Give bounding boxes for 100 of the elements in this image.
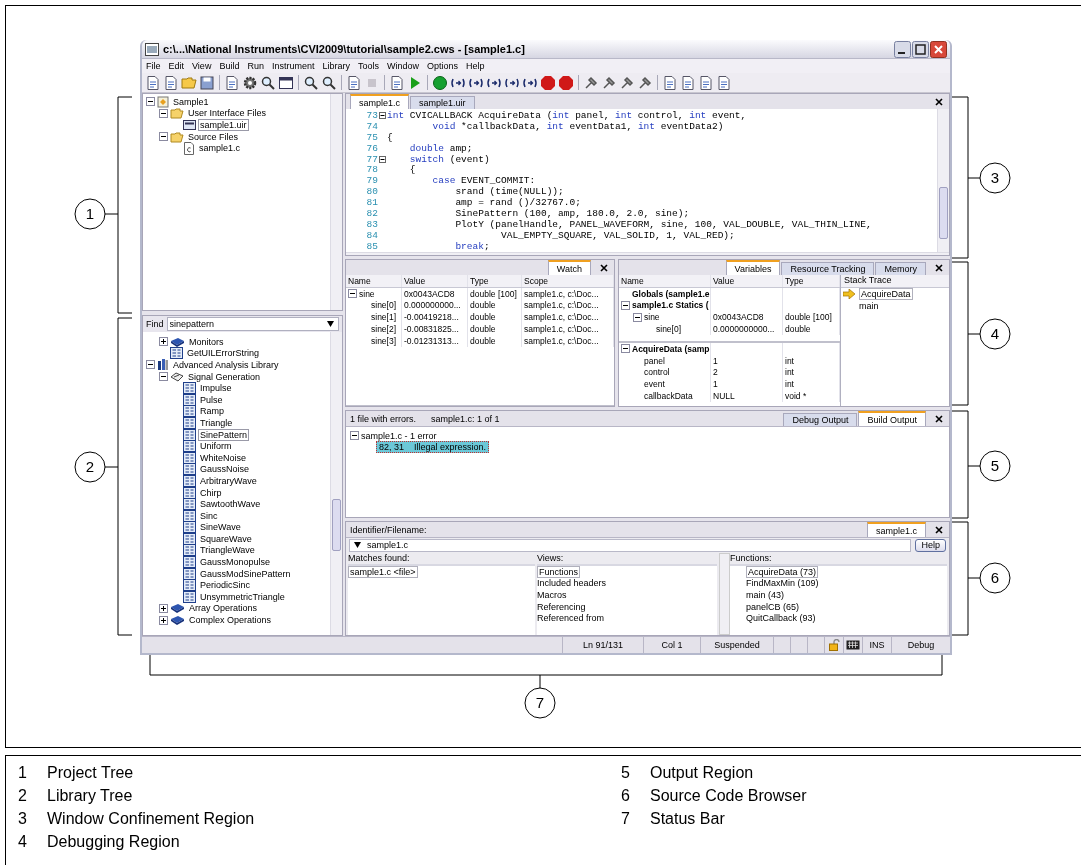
tree-item[interactable]: SquareWave (198, 532, 254, 545)
collapse-icon[interactable] (159, 108, 168, 118)
file-tab[interactable]: sample1.c (350, 94, 410, 109)
tree-item[interactable]: UnsymmetricTriangle (198, 590, 287, 603)
help-button[interactable]: Help (915, 538, 946, 552)
menu-item[interactable]: File (146, 61, 161, 71)
error-message[interactable]: 82, 31 Illegal expression. (376, 441, 490, 454)
wrench-icon[interactable] (601, 74, 617, 91)
tree-item[interactable]: Array Operations (187, 602, 260, 615)
collapse-icon[interactable] (146, 360, 155, 370)
search-icon[interactable] (321, 74, 337, 91)
list-item[interactable]: Referencing (537, 601, 586, 612)
document-icon[interactable] (224, 74, 240, 91)
document-icon[interactable] (145, 74, 161, 91)
wrench-icon[interactable] (637, 74, 653, 91)
identifier-field[interactable]: sample1.c (349, 538, 912, 552)
scrollbar[interactable] (937, 109, 949, 252)
collapse-icon[interactable] (350, 431, 359, 441)
menu-item[interactable]: Run (247, 61, 264, 71)
panel-tab[interactable]: Resource Tracking (781, 262, 875, 275)
tree-item[interactable]: User Interface Files (186, 107, 269, 120)
tree-item[interactable]: Uniform (198, 440, 234, 453)
tree-item[interactable]: PeriodicSinc (198, 579, 253, 592)
close-icon[interactable] (600, 264, 608, 272)
panel-tab[interactable]: Variables (725, 260, 781, 275)
stop-icon[interactable] (558, 74, 574, 91)
tree-item[interactable]: Triangle (198, 416, 235, 429)
expand-icon[interactable] (159, 337, 168, 347)
dropdown-arrow-icon[interactable] (354, 542, 361, 548)
output-tab[interactable]: Debug Output (783, 413, 858, 426)
collapse-icon[interactable] (159, 132, 168, 142)
document-icon[interactable] (716, 74, 732, 91)
maximize-icon[interactable] (912, 40, 929, 58)
close-icon[interactable] (935, 526, 943, 534)
column-header[interactable]: Type (468, 275, 522, 287)
column-header[interactable]: Value (402, 275, 468, 287)
document-icon[interactable] (389, 74, 405, 91)
output-tab[interactable]: Build Output (858, 411, 926, 426)
expand-icon[interactable] (159, 615, 168, 625)
save-icon[interactable] (199, 74, 215, 91)
tree-item[interactable]: Sample1 (171, 95, 211, 108)
column-header[interactable]: Scope (522, 275, 614, 287)
tree-item[interactable]: sample1.uir (198, 119, 249, 131)
tree-item[interactable]: sample1.c - 1 error (361, 430, 437, 441)
stack-frame[interactable]: AcquireData (859, 287, 913, 300)
collapse-icon[interactable] (348, 289, 357, 299)
window-icon[interactable] (278, 74, 294, 91)
list-item[interactable]: Macros (537, 590, 567, 600)
document-icon[interactable] (662, 74, 678, 91)
list-item[interactable]: FindMaxMin (109) (746, 578, 819, 589)
close-icon[interactable] (930, 40, 947, 58)
tree-item[interactable]: SawtoothWave (198, 498, 263, 511)
scrollbar[interactable] (719, 553, 730, 635)
column-header[interactable]: Type (783, 275, 840, 287)
tree-item[interactable]: GaussMonopulse (198, 556, 273, 569)
tree-item[interactable]: GaussModSinePattern (198, 567, 293, 580)
dropdown-arrow-icon[interactable] (327, 321, 334, 327)
tree-item[interactable]: GaussNoise (198, 463, 252, 476)
tree-item[interactable]: WhiteNoise (198, 451, 248, 464)
document-icon[interactable] (698, 74, 714, 91)
list-item[interactable]: Referenced from (537, 613, 605, 624)
tree-item[interactable]: Ramp (198, 405, 226, 418)
wrench-icon[interactable] (619, 74, 635, 91)
tree-item[interactable]: Monitors (187, 335, 226, 348)
scrollbar[interactable] (330, 332, 342, 635)
menu-item[interactable]: Build (219, 61, 240, 71)
menu-item[interactable]: Help (466, 61, 485, 71)
fold-icon[interactable] (379, 111, 386, 119)
find-field[interactable]: sinepattern (166, 317, 339, 331)
tree-item[interactable]: GetUILErrorString (185, 347, 262, 360)
tree-item[interactable]: Sinc (198, 509, 220, 522)
gear-icon[interactable] (242, 74, 258, 91)
tree-item[interactable]: Chirp (198, 486, 224, 499)
collapse-icon[interactable] (159, 372, 168, 382)
collapse-icon[interactable] (146, 97, 155, 107)
file-tab[interactable]: sample1.c (866, 522, 926, 537)
tree-item[interactable]: Pulse (198, 393, 225, 406)
tree-item[interactable]: Advanced Analysis Library (171, 359, 281, 371)
collapse-icon[interactable] (621, 344, 630, 354)
expand-icon[interactable] (159, 603, 168, 613)
column-header[interactable]: Name (346, 275, 402, 287)
file-tab[interactable]: sample1.uir (410, 96, 475, 109)
tree-item[interactable]: Signal Generation (186, 370, 263, 383)
column-header[interactable]: Name (619, 275, 711, 287)
minimize-icon[interactable] (894, 40, 911, 58)
column-header[interactable]: Value (711, 275, 783, 287)
collapse-icon[interactable] (633, 312, 642, 322)
menu-item[interactable]: Instrument (271, 61, 315, 71)
menu-item[interactable]: Options (427, 61, 459, 71)
watch-tab[interactable]: Watch (547, 260, 591, 275)
tree-item[interactable]: SinePattern (198, 428, 250, 441)
list-item[interactable]: sample1.c <file> (348, 565, 418, 578)
tree-item[interactable]: TriangleWave (198, 544, 257, 557)
close-icon[interactable] (935, 264, 943, 272)
menu-item[interactable]: Window (387, 61, 419, 71)
list-item[interactable]: main (43) (746, 590, 784, 600)
list-item[interactable]: panelCB (65) (746, 601, 800, 612)
close-icon[interactable] (935, 98, 943, 106)
menu-item[interactable]: Tools (357, 61, 379, 71)
stop-icon[interactable] (540, 74, 556, 91)
